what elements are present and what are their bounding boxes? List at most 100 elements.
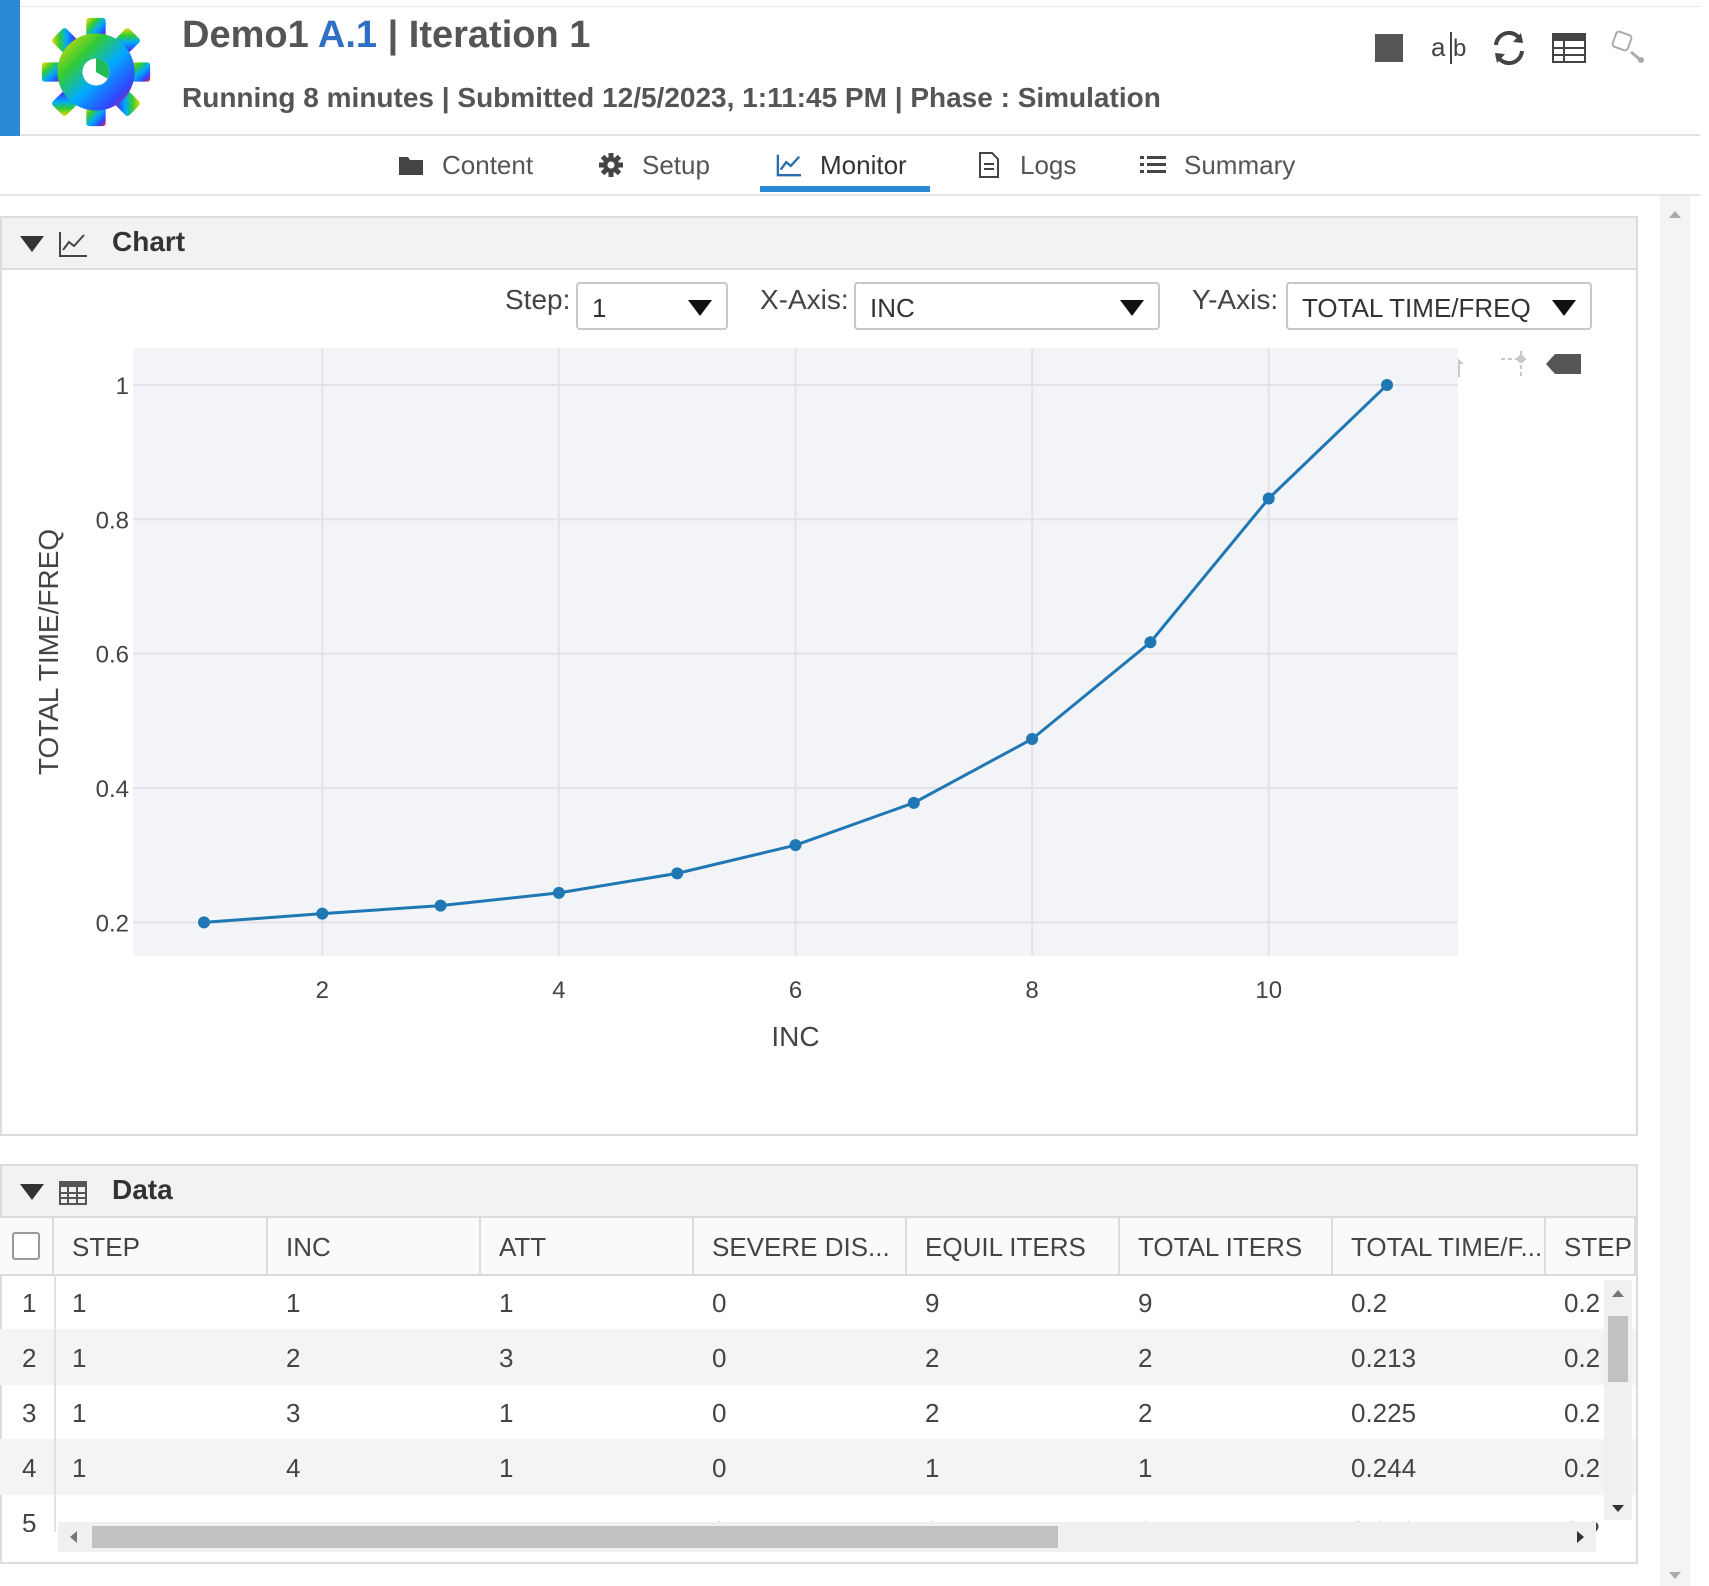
scroll-thumb[interactable] — [1608, 1316, 1628, 1382]
settings-icon[interactable] — [1609, 26, 1649, 70]
table-cell: 1 — [286, 1288, 301, 1318]
stop-icon[interactable] — [1369, 26, 1409, 70]
table-cell: 2 — [925, 1398, 940, 1428]
row-number: 1 — [22, 1288, 37, 1318]
step-label: Step: — [505, 284, 571, 315]
table-cell: 0.2 — [1564, 1343, 1601, 1373]
scroll-up-icon[interactable] — [1660, 204, 1690, 224]
data-point[interactable] — [316, 907, 329, 920]
xaxis-select[interactable]: INC — [854, 282, 1160, 330]
column-header[interactable]: TOTAL ITERS — [1120, 1218, 1333, 1274]
table-cell: 2 — [1138, 1398, 1153, 1428]
table-cell: 1 — [499, 1398, 514, 1428]
column-header[interactable]: SEVERE DIS... — [694, 1218, 907, 1274]
step-select-value: 1 — [592, 293, 607, 323]
table-horizontal-scrollbar[interactable] — [58, 1522, 1596, 1552]
data-point[interactable] — [197, 916, 210, 929]
table-cell: 9 — [925, 1288, 940, 1318]
column-header[interactable]: STEP — [1546, 1218, 1636, 1274]
table-cell: 0.2 — [1564, 1398, 1601, 1428]
tab-content[interactable]: Content — [398, 138, 533, 192]
tab-setup[interactable]: Setup — [598, 138, 710, 192]
scroll-thumb[interactable] — [92, 1526, 1058, 1548]
select-all-cell — [0, 1218, 54, 1274]
project-name: Demo1 — [182, 14, 309, 56]
x-axis-ticks: 2 4 6 8 10 — [316, 977, 1282, 1004]
step-select[interactable]: 1 — [576, 282, 728, 330]
column-header[interactable]: EQUIL ITERS — [907, 1218, 1120, 1274]
tab-label: Monitor — [820, 149, 907, 180]
row-number-cell: 3 — [0, 1384, 56, 1440]
table-cell: 1 — [72, 1288, 87, 1318]
row-number-cell: 5 — [0, 1494, 56, 1532]
table-cell: 0.213 — [1351, 1343, 1417, 1373]
table-vertical-scrollbar[interactable] — [1604, 1280, 1632, 1520]
row-number-cell: 1 — [0, 1274, 56, 1330]
table-row[interactable]: 1 1 1 1 0 9 9 0.2 0.2 — [0, 1274, 1636, 1330]
table-row[interactable]: 3 1 3 1 0 2 2 0.225 0.2 — [0, 1384, 1636, 1440]
scroll-left-icon[interactable] — [64, 1522, 84, 1552]
table-cell: 3 — [286, 1398, 301, 1428]
y-axis-label: TOTAL TIME/FREQ — [33, 529, 64, 775]
row-number: 4 — [22, 1453, 37, 1483]
folder-icon — [398, 152, 424, 178]
column-header[interactable]: INC — [268, 1218, 481, 1274]
svg-text:b: b — [1453, 35, 1466, 62]
column-header[interactable]: TOTAL TIME/F... — [1333, 1218, 1546, 1274]
data-panel-title: Data — [112, 1174, 173, 1205]
data-point[interactable] — [1144, 636, 1157, 649]
table-cell: 1 — [72, 1398, 87, 1428]
scroll-right-icon[interactable] — [1570, 1522, 1590, 1552]
table-row[interactable]: 2 1 2 3 0 2 2 0.213 0.2 — [0, 1329, 1636, 1385]
select-all-checkbox[interactable] — [12, 1232, 40, 1260]
table-cell: 0 — [712, 1288, 727, 1318]
scroll-up-icon[interactable] — [1604, 1284, 1632, 1302]
tab-monitor[interactable]: Monitor — [776, 138, 907, 192]
chart-icon — [59, 232, 87, 257]
table-cell: 0.225 — [1351, 1398, 1417, 1428]
data-point[interactable] — [1026, 733, 1039, 746]
x-tick-label: 8 — [1025, 977, 1038, 1004]
table-cell: 1 — [72, 1343, 87, 1373]
data-point[interactable] — [671, 867, 684, 880]
header-divider — [20, 134, 1700, 136]
data-point[interactable] — [434, 899, 447, 912]
data-point[interactable] — [1381, 378, 1394, 391]
tab-label: Content — [442, 149, 534, 180]
refresh-icon[interactable] — [1489, 26, 1529, 70]
y-tick-label: 1 — [116, 373, 129, 400]
rename-icon[interactable]: ab — [1429, 26, 1469, 70]
table-cell: 0.2 — [1564, 1453, 1601, 1483]
chart-panel-header[interactable]: Chart — [2, 218, 1636, 270]
tab-logs[interactable]: Logs — [976, 138, 1076, 192]
x-axis-label: INC — [771, 1021, 819, 1052]
chevron-down-icon — [1120, 300, 1144, 316]
yaxis-select[interactable]: TOTAL TIME/FREQ — [1286, 282, 1592, 330]
table-row[interactable]: 4 1 4 1 0 1 1 0.244 0.2 — [0, 1439, 1636, 1495]
column-header[interactable]: ATT — [481, 1218, 694, 1274]
scroll-down-icon[interactable] — [1604, 1500, 1632, 1518]
table-cell: 1 — [1138, 1453, 1153, 1483]
document-icon — [976, 152, 1002, 178]
table-header: STEP INC ATT SEVERE DIS... EQUIL ITERS T… — [0, 1218, 1636, 1276]
column-header[interactable]: STEP — [54, 1218, 268, 1274]
x-tick-label: 2 — [316, 977, 329, 1004]
data-point[interactable] — [552, 886, 565, 899]
iteration-label: | Iteration 1 — [387, 14, 591, 56]
data-panel-header[interactable]: Data — [2, 1166, 1636, 1218]
collapse-caret-icon[interactable] — [20, 236, 44, 252]
table-cell: 0 — [712, 1453, 727, 1483]
page-scrollbar[interactable] — [1660, 196, 1690, 1586]
scroll-down-icon[interactable] — [1660, 1566, 1690, 1586]
project-version-link[interactable]: A.1 — [318, 14, 377, 56]
page-title: Demo1 A.1 | Iteration 1 — [182, 14, 590, 57]
collapse-caret-icon[interactable] — [20, 1184, 44, 1200]
data-point[interactable] — [1262, 492, 1275, 505]
data-point[interactable] — [907, 796, 920, 809]
table-cell: 0.244 — [1351, 1453, 1417, 1483]
header-accent-bar — [0, 0, 20, 136]
table-icon[interactable] — [1549, 26, 1589, 70]
tab-summary[interactable]: Summary — [1140, 138, 1295, 192]
gear-icon — [598, 152, 624, 178]
data-point[interactable] — [789, 839, 802, 852]
